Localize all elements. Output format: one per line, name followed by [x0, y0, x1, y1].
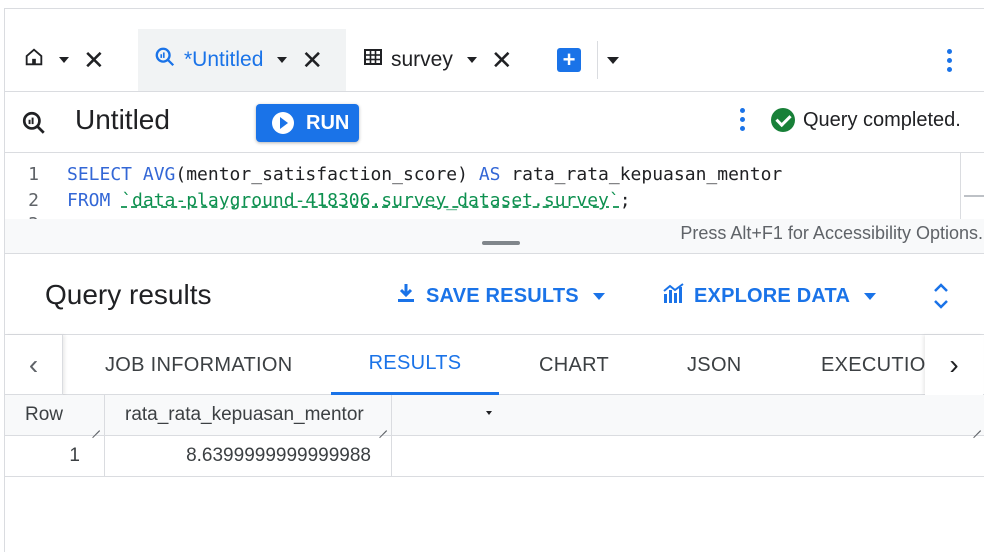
page-title: Untitled	[75, 104, 170, 135]
check-circle-icon	[771, 108, 795, 132]
value-cell[interactable]: 8.6399999999999988	[105, 436, 392, 476]
table-icon	[363, 47, 383, 73]
table-row[interactable]: 1 8.6399999999999988	[5, 436, 984, 477]
chevron-down-icon	[864, 292, 877, 300]
line-number: 2	[28, 189, 39, 211]
column-resize-handle[interactable]	[90, 421, 100, 431]
save-results-label: SAVE RESULTS	[426, 284, 579, 307]
tab-label: *Untitled	[184, 48, 264, 71]
sql-keyword: SELECT AVG	[67, 163, 176, 185]
download-icon	[396, 282, 416, 310]
tab-untitled[interactable]: *Untitled ✕	[138, 29, 346, 91]
expand-icon[interactable]	[931, 281, 951, 311]
column-header-label: Row	[25, 404, 64, 425]
tab-label: survey	[391, 48, 453, 71]
column-header-row[interactable]: Row	[5, 395, 105, 435]
chart-icon	[662, 282, 686, 310]
code-line: 1 SELECT AVG (mentor_satisfaction_score) A…	[5, 161, 782, 187]
tab-results[interactable]: RESULTS	[331, 335, 499, 395]
close-icon[interactable]: ✕	[83, 47, 105, 73]
column-resize-handle[interactable]	[971, 421, 981, 431]
sql-table-reference: `data-playground-418306.survey_dataset.s…	[121, 189, 620, 211]
explore-data-button[interactable]: EXPLORE DATA	[662, 282, 877, 310]
chevron-down-icon[interactable]	[607, 57, 619, 64]
sql-text: rata_rata_kepuasan_mentor	[500, 163, 783, 185]
tab-home[interactable]: ✕	[23, 29, 105, 91]
accessibility-hint: Press Alt+F1 for Accessibility Options.	[680, 223, 983, 243]
tab-job-information[interactable]: JOB INFORMATION	[105, 335, 292, 395]
chevron-down-icon[interactable]	[277, 57, 288, 63]
tab-json[interactable]: JSON	[687, 335, 742, 395]
sql-text: ;	[619, 189, 631, 211]
chevron-down-icon[interactable]	[466, 57, 477, 63]
more-vert-icon[interactable]	[947, 49, 952, 72]
divider	[597, 41, 598, 79]
sql-keyword: AS	[478, 163, 501, 185]
code-line: 2 FROM `data-playground-418306.survey_dat…	[5, 187, 631, 213]
line-number: 1	[28, 163, 39, 185]
results-title: Query results	[45, 279, 212, 310]
chevron-right-icon[interactable]: ›	[925, 335, 983, 395]
status-text: Query completed.	[803, 108, 961, 131]
add-tab-icon[interactable]: +	[557, 48, 581, 72]
table-header-row: Row rata_rata_kepuasan_mentor	[5, 395, 984, 436]
more-vert-icon[interactable]	[740, 108, 745, 131]
bigquery-workspace: ✕ *Untitled ✕ survey ✕ + Untitled RUN Qu…	[4, 8, 984, 552]
run-button[interactable]: RUN	[256, 104, 359, 142]
code-editor[interactable]: 1 SELECT AVG (mentor_satisfaction_score) A…	[5, 153, 984, 219]
empty-cell	[392, 436, 984, 476]
status-badge: Query completed.	[771, 108, 961, 132]
editor-header: Untitled RUN Query completed.	[5, 91, 984, 153]
close-icon[interactable]: ✕	[491, 47, 513, 73]
column-header-value[interactable]: rata_rata_kepuasan_mentor	[105, 395, 492, 435]
query-icon	[21, 110, 47, 141]
results-tab-bar: ‹ JOB INFORMATION RESULTS CHART JSON EXE…	[5, 334, 984, 395]
editor-tab-bar: ✕ *Untitled ✕ survey ✕ +	[5, 9, 984, 91]
row-number-cell: 1	[5, 436, 105, 476]
save-results-button[interactable]: SAVE RESULTS	[396, 282, 605, 310]
home-icon	[23, 46, 45, 74]
divider	[5, 253, 984, 254]
query-icon	[154, 46, 176, 74]
resize-handle[interactable]	[482, 241, 520, 245]
explore-data-label: EXPLORE DATA	[694, 284, 851, 307]
tab-survey[interactable]: survey ✕	[363, 29, 513, 91]
sql-keyword: FROM	[67, 189, 111, 211]
code-line: 3	[5, 211, 67, 220]
tab-chart[interactable]: CHART	[539, 335, 609, 395]
tab-execution[interactable]: EXECUTIO	[821, 335, 926, 395]
column-header-label: rata_rata_kepuasan_mentor	[125, 404, 364, 425]
column-header-empty	[392, 395, 984, 435]
chevron-down-icon	[592, 292, 605, 300]
chevron-left-icon[interactable]: ‹	[5, 335, 63, 395]
editor-scrollbar[interactable]	[960, 153, 984, 219]
column-resize-handle[interactable]	[377, 421, 387, 431]
run-label: RUN	[306, 111, 350, 134]
chevron-down-icon[interactable]	[59, 57, 69, 63]
sql-text: (mentor_satisfaction_score)	[175, 163, 479, 185]
close-icon[interactable]: ✕	[301, 47, 323, 73]
play-icon	[272, 112, 294, 134]
